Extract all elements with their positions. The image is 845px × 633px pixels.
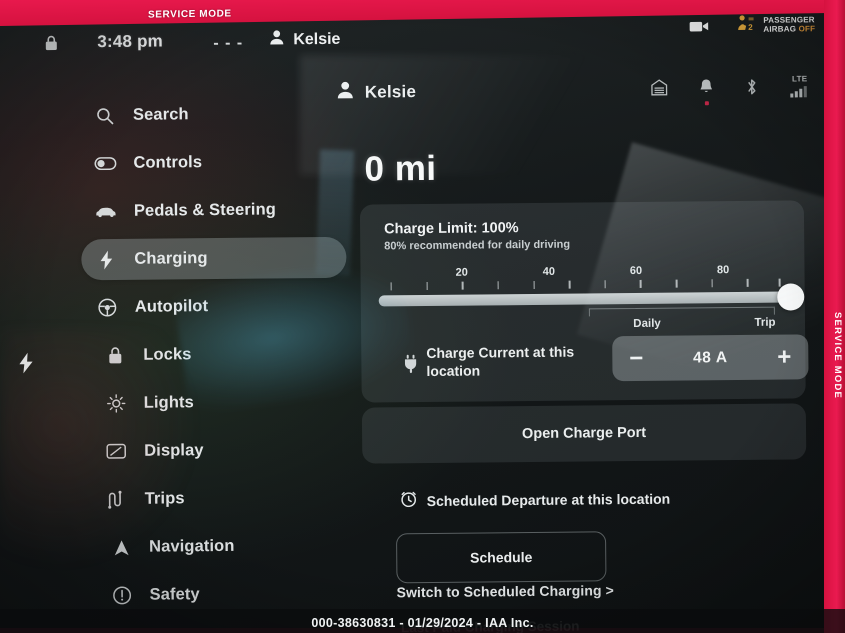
steering-wheel-icon	[96, 298, 118, 317]
sidebar-item-display[interactable]: Display	[83, 429, 348, 473]
status-dashes: - - -	[213, 34, 244, 53]
sidebar-label: Display	[144, 441, 204, 460]
padlock-icon	[104, 346, 126, 365]
charge-limit-title: Charge Limit: 100%	[384, 220, 519, 238]
sidebar-item-search[interactable]: Search	[80, 93, 345, 137]
sidebar-label: Controls	[133, 153, 203, 172]
charge-limit-card: Charge Limit: 100% 80% recommended for d…	[359, 200, 809, 403]
trips-icon	[106, 490, 128, 509]
sidebar-label: Trips	[144, 489, 185, 508]
bolt-icon	[95, 249, 117, 269]
charge-current-label: Charge Current at this location	[426, 343, 575, 379]
switch-to-scheduled-charging-link[interactable]: Switch to Scheduled Charging >	[397, 582, 614, 600]
passenger-airbag-icon: 2	[736, 14, 758, 37]
charge-limit-ticks: 20 40 60 80	[386, 253, 782, 291]
scheduled-departure-header: Scheduled Departure at this location	[401, 489, 671, 511]
charge-current-stepper[interactable]: − 48 A +	[612, 334, 809, 382]
clock-icon	[401, 491, 417, 510]
bluetooth-icon[interactable]	[745, 77, 759, 100]
tick-label: 40	[542, 265, 556, 278]
sidebar-label: Lights	[143, 393, 194, 412]
photo-of-tesla-touchscreen: 3:48 pm - - - Kelsie 2 PASSENGER AIRBAG …	[0, 0, 845, 633]
watermark-text: 000-38630831 - 01/29/2024 - IAA Inc.	[311, 616, 534, 630]
airbag-text: PASSENGER AIRBAG OFF	[763, 15, 816, 34]
sidebar-item-controls[interactable]: Controls	[80, 141, 345, 185]
sun-icon	[105, 394, 127, 413]
sidebar-label: Pedals & Steering	[133, 200, 276, 220]
header-profile[interactable]: Kelsie	[337, 80, 417, 104]
tick-label: 20	[455, 266, 468, 279]
garage-icon[interactable]	[651, 79, 668, 101]
signal-bars-icon	[790, 84, 810, 102]
alert-circle-icon	[111, 586, 133, 605]
range-display: 0 mi	[364, 148, 437, 189]
passenger-airbag-status: 2 PASSENGER AIRBAG OFF	[736, 13, 815, 37]
switch-link-label: Switch to Scheduled Charging >	[396, 582, 614, 601]
charge-limit-slider[interactable]	[378, 283, 805, 311]
sidebar-label: Autopilot	[134, 297, 209, 316]
header-status-icons: LTE	[651, 74, 810, 106]
open-charge-port-label: Open Charge Port	[521, 424, 647, 443]
trip-label: Trip	[754, 316, 776, 329]
svg-text:2: 2	[748, 23, 753, 32]
charge-limit-subtitle: 80% recommended for daily driving	[384, 238, 571, 253]
service-mode-top-label: SERVICE MODE	[148, 8, 232, 21]
sidebar-item-lights[interactable]: Lights	[83, 381, 348, 425]
service-mode-side-label: SERVICE MODE	[832, 312, 843, 400]
tick-label: 60	[629, 264, 643, 278]
sidebar-item-trips[interactable]: Trips	[83, 477, 348, 521]
sidebar-item-navigation[interactable]: Navigation	[84, 525, 349, 569]
settings-sidebar: Search Controls Pedals & Steering Chargi…	[80, 93, 351, 633]
tick-label: 80	[716, 264, 730, 277]
lte-label: LTE	[791, 74, 808, 84]
schedule-button-label: Schedule	[470, 548, 533, 566]
slider-fill	[378, 291, 791, 307]
sidebar-label: Search	[132, 105, 189, 124]
sidebar-label: Safety	[149, 585, 200, 604]
search-icon	[94, 106, 116, 124]
daily-label: Daily	[633, 317, 661, 331]
car-icon	[95, 205, 117, 218]
sidebar-item-locks[interactable]: Locks	[82, 333, 347, 377]
sidebar-label: Charging	[134, 249, 208, 268]
display-icon	[105, 443, 127, 460]
status-profile-name: Kelsie	[293, 30, 341, 48]
charge-plug-icon	[403, 354, 418, 378]
clock-time: 3:48 pm	[97, 31, 164, 52]
airbag-line-2: AIRBAG	[763, 23, 797, 34]
sidebar-label: Locks	[143, 345, 192, 364]
increase-current-button[interactable]: +	[777, 343, 791, 370]
toggle-icon	[94, 157, 117, 171]
daily-trip-range: Daily Trip	[588, 306, 789, 333]
schedule-button[interactable]: Schedule	[396, 531, 607, 584]
lock-icon[interactable]	[43, 35, 59, 52]
open-charge-port-button[interactable]: Open Charge Port	[361, 403, 807, 464]
bell-icon[interactable]	[699, 78, 714, 106]
charge-current-value: 48 A	[692, 348, 728, 366]
sidebar-item-autopilot[interactable]: Autopilot	[82, 285, 347, 329]
charging-bolt-indicator-icon	[18, 352, 34, 379]
sidebar-item-charging[interactable]: Charging	[81, 236, 347, 281]
tesla-touchscreen: 3:48 pm - - - Kelsie 2 PASSENGER AIRBAG …	[23, 10, 829, 633]
navigation-arrow-icon	[110, 538, 132, 556]
status-profile[interactable]: Kelsie	[269, 29, 340, 51]
notification-dot	[704, 101, 709, 106]
sidebar-item-pedals-steering[interactable]: Pedals & Steering	[81, 189, 346, 233]
person-icon	[269, 29, 284, 50]
decrease-current-button[interactable]: −	[629, 344, 643, 371]
scheduled-departure-title: Scheduled Departure at this location	[426, 490, 671, 509]
sidebar-label: Navigation	[149, 536, 235, 556]
cellular-status[interactable]: LTE	[790, 74, 810, 102]
range-bracket	[588, 306, 775, 317]
airbag-state: OFF	[798, 23, 816, 33]
dashcam-icon[interactable]	[689, 19, 709, 38]
status-bar: 3:48 pm - - - Kelsie 2 PASSENGER AIRBAG …	[23, 15, 823, 64]
header-profile-name: Kelsie	[364, 81, 417, 102]
